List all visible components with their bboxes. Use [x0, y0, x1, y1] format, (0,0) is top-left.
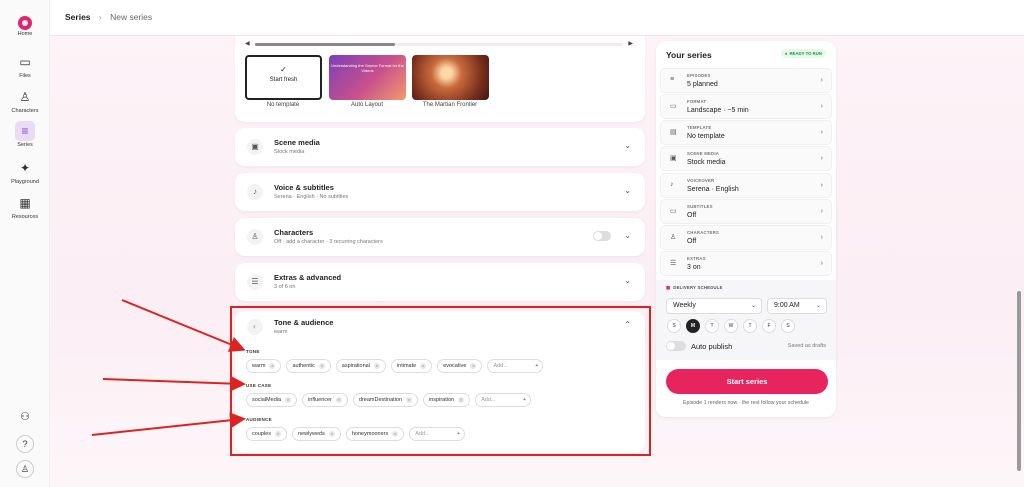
summary-row-voiceover[interactable]: ♪ VOICEOVER Serena · English ›	[660, 173, 832, 198]
row-key: EPISODES	[687, 73, 711, 78]
day-monday[interactable]: M	[686, 319, 700, 333]
chevron-right-icon: ›	[820, 260, 823, 267]
summary-row-scene-media[interactable]: ▣ SCENE MEDIA Stock media ›	[660, 146, 832, 171]
sliders-icon: ☰	[670, 260, 677, 267]
frequency-select[interactable]: Weekly ⌄	[666, 298, 762, 314]
template-icon: ▤	[670, 129, 677, 136]
day-sunday[interactable]: S	[667, 319, 681, 333]
delivery-schedule: ▦ DELIVERY SCHEDULE Weekly ⌄ 9:00 AM ⌄ S …	[656, 280, 836, 360]
row-value: Landscape · ~5 min	[687, 107, 749, 114]
chevron-right-icon: ›	[820, 208, 823, 215]
chevron-right-icon: ›	[820, 155, 823, 162]
day-tuesday[interactable]: T	[705, 319, 719, 333]
start-series-button[interactable]: Start series	[666, 369, 828, 394]
row-value: Off	[687, 238, 697, 245]
subtitles-icon: ▭	[670, 208, 677, 215]
day-wednesday[interactable]: W	[724, 319, 738, 333]
monitor-icon: ▭	[670, 103, 677, 110]
row-key: EXTRAS	[687, 256, 706, 261]
day-friday[interactable]: F	[762, 319, 776, 333]
row-value: Serena · English	[687, 186, 739, 193]
time-value: 9:00 AM	[774, 302, 800, 309]
row-key: TEMPLATE	[687, 125, 712, 130]
calendar-icon: ▦	[666, 285, 671, 290]
series-summary-panel: Your series READY TO RUN ≡ EPISODES 5 pl…	[656, 41, 836, 417]
page-scroll-thumb[interactable]	[1017, 291, 1021, 471]
time-select[interactable]: 9:00 AM ⌄	[767, 298, 827, 314]
chevron-right-icon: ›	[820, 129, 823, 136]
row-value: 5 planned	[687, 81, 718, 88]
frequency-value: Weekly	[673, 302, 696, 309]
person-icon: ♙	[670, 234, 677, 241]
chevron-down-icon: ⌄	[750, 303, 756, 309]
start-footnote: Episode 1 renders now · the rest follow …	[682, 400, 810, 406]
summary-row-subtitles[interactable]: ▭ SUBTITLES Off ›	[660, 199, 832, 224]
day-saturday[interactable]: S	[781, 319, 795, 333]
delivery-label: ▦ DELIVERY SCHEDULE	[666, 285, 723, 291]
chevron-right-icon: ›	[820, 103, 823, 110]
page-scrollbar[interactable]	[1017, 36, 1021, 487]
row-value: 3 on	[687, 264, 701, 271]
day-picker: S M T W T F S	[667, 319, 795, 333]
chevron-down-icon: ⌄	[815, 303, 821, 309]
arrow-to-tone	[121, 299, 246, 352]
row-key: SUBTITLES	[687, 204, 713, 209]
image-icon: ▣	[670, 155, 677, 162]
chevron-right-icon: ›	[820, 182, 823, 189]
summary-row-extras[interactable]: ☰ EXTRAS 3 on ›	[660, 251, 832, 276]
panel-title: Your series	[666, 50, 712, 60]
annotation-arrows	[91, 299, 246, 436]
summary-row-episodes[interactable]: ≡ EPISODES 5 planned ›	[660, 68, 832, 93]
row-value: Off	[687, 212, 697, 219]
row-key: CHARACTERS	[687, 230, 720, 235]
day-thursday[interactable]: T	[743, 319, 757, 333]
summary-row-characters[interactable]: ♙ CHARACTERS Off ›	[660, 225, 832, 250]
summary-row-template[interactable]: ▤ TEMPLATE No template ›	[660, 120, 832, 145]
drafts-note: Saved as drafts	[787, 343, 826, 349]
auto-publish-label: Auto publish	[691, 342, 733, 351]
chevron-right-icon: ›	[820, 77, 823, 84]
arrow-to-audience	[91, 412, 246, 436]
summary-row-format[interactable]: ▭ FORMAT Landscape · ~5 min ›	[660, 94, 832, 119]
chevron-right-icon: ›	[820, 234, 823, 241]
status-badge: READY TO RUN	[780, 49, 826, 58]
row-key: FORMAT	[687, 99, 707, 104]
delivery-label-text: DELIVERY SCHEDULE	[673, 285, 723, 290]
row-key: VOICEOVER	[687, 178, 715, 183]
row-key: SCENE MEDIA	[687, 151, 720, 156]
episodes-icon: ≡	[670, 76, 675, 83]
auto-publish-toggle[interactable]	[666, 341, 686, 351]
arrow-to-use-case	[102, 375, 246, 392]
mic-icon: ♪	[670, 181, 674, 188]
row-value: Stock media	[687, 159, 726, 166]
row-value: No template	[687, 133, 725, 140]
